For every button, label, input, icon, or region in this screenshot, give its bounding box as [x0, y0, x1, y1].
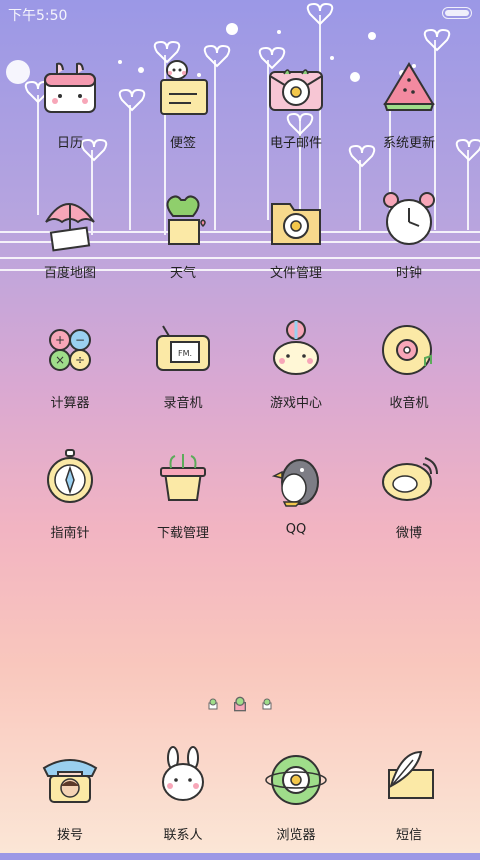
app-email[interactable]: 电子邮件 [241, 52, 351, 172]
app-label: 联系人 [163, 828, 203, 843]
plant-pot-icon [160, 454, 206, 501]
notes-icon [160, 60, 208, 115]
app-browser[interactable]: 浏览器 [241, 740, 351, 860]
app-calendar[interactable]: 日历 [15, 52, 125, 172]
app-label: 下载管理 [156, 526, 209, 541]
app-label: 系统更新 [382, 136, 435, 151]
app-label: 浏览器 [276, 828, 316, 843]
alarm-clock-icon [383, 192, 435, 245]
app-calculator[interactable]: + − × ÷ 计算器 [15, 312, 125, 432]
app-baidu-map[interactable]: 百度地图 [15, 182, 125, 302]
app-row: 指南针 下载管理 QQ 微博 [0, 442, 480, 572]
app-label: 计算器 [50, 396, 90, 411]
svg-text:−: − [75, 333, 85, 347]
watermelon-icon [383, 62, 435, 111]
dock: 拨号 联系人 浏览器 短信 [0, 740, 480, 850]
feather-letter-icon [388, 750, 434, 799]
app-label: 短信 [395, 828, 422, 843]
page-dot[interactable] [207, 698, 219, 710]
app-sms[interactable]: 短信 [354, 740, 464, 860]
app-label: 百度地图 [43, 266, 96, 281]
app-weather[interactable]: 天气 [128, 182, 238, 302]
app-label: QQ [285, 522, 307, 537]
app-label: 游戏中心 [269, 396, 322, 411]
page-dot-active[interactable] [232, 696, 248, 712]
svg-text:÷: ÷ [75, 353, 85, 367]
phone-icon [42, 759, 98, 803]
app-download-manager[interactable]: 下载管理 [128, 442, 238, 562]
app-label: 时钟 [395, 266, 422, 281]
svg-text:×: × [55, 353, 65, 367]
app-system-update[interactable]: 系统更新 [354, 52, 464, 172]
app-recorder[interactable]: FM. 录音机 [128, 312, 238, 432]
app-row: + − × ÷ 计算器 FM. 录音机 游戏中心 收音机 [0, 312, 480, 442]
folder-icon [271, 203, 321, 245]
app-label: 拨号 [56, 828, 83, 843]
battery-icon [442, 7, 472, 19]
app-radio[interactable]: 收音机 [354, 312, 464, 432]
page-dot[interactable] [261, 698, 273, 710]
app-grid: 日历 便签 电子邮件 系统更新 百度地图 天气 文件管理 时钟 + − × ÷ … [0, 52, 480, 572]
app-row: 百度地图 天气 文件管理 时钟 [0, 182, 480, 312]
cd-icon [382, 325, 432, 375]
app-file-manager[interactable]: 文件管理 [241, 182, 351, 302]
status-time: 下午5:50 [8, 8, 68, 24]
cactus-icon [166, 195, 206, 245]
email-icon [269, 69, 323, 111]
app-label: 录音机 [163, 396, 203, 411]
penguin-icon [271, 459, 319, 507]
app-label: 收音机 [389, 396, 429, 411]
svg-text:+: + [55, 333, 65, 347]
app-label: 天气 [169, 266, 196, 281]
page-indicator [0, 693, 480, 712]
svg-text:FM.: FM. [178, 349, 192, 358]
app-weibo[interactable]: 微博 [354, 442, 464, 562]
app-game-center[interactable]: 游戏中心 [241, 312, 351, 432]
status-bar: 下午5:50 [0, 0, 480, 28]
app-row: 日历 便签 电子邮件 系统更新 [0, 52, 480, 182]
bunny-icon [162, 746, 204, 801]
app-label: 文件管理 [269, 266, 322, 281]
app-label: 日历 [56, 136, 83, 151]
app-qq[interactable]: QQ [241, 442, 351, 562]
app-label: 便签 [169, 136, 196, 151]
app-notes[interactable]: 便签 [128, 52, 238, 172]
flower-globe-icon [265, 755, 327, 805]
app-contacts[interactable]: 联系人 [128, 740, 238, 860]
app-clock[interactable]: 时钟 [354, 182, 464, 302]
app-label: 微博 [395, 526, 422, 541]
seal-ball-icon [273, 320, 319, 375]
calculator-icon: + − × ÷ [49, 329, 91, 371]
app-label: 指南针 [50, 526, 90, 541]
app-label: 电子邮件 [269, 136, 322, 151]
radio-icon: FM. [156, 325, 210, 371]
app-dialer[interactable]: 拨号 [15, 740, 125, 860]
umbrella-map-icon [45, 203, 95, 252]
compass-icon [47, 449, 93, 503]
weibo-icon [382, 457, 438, 501]
app-compass[interactable]: 指南针 [15, 442, 125, 562]
calendar-icon [44, 62, 96, 113]
